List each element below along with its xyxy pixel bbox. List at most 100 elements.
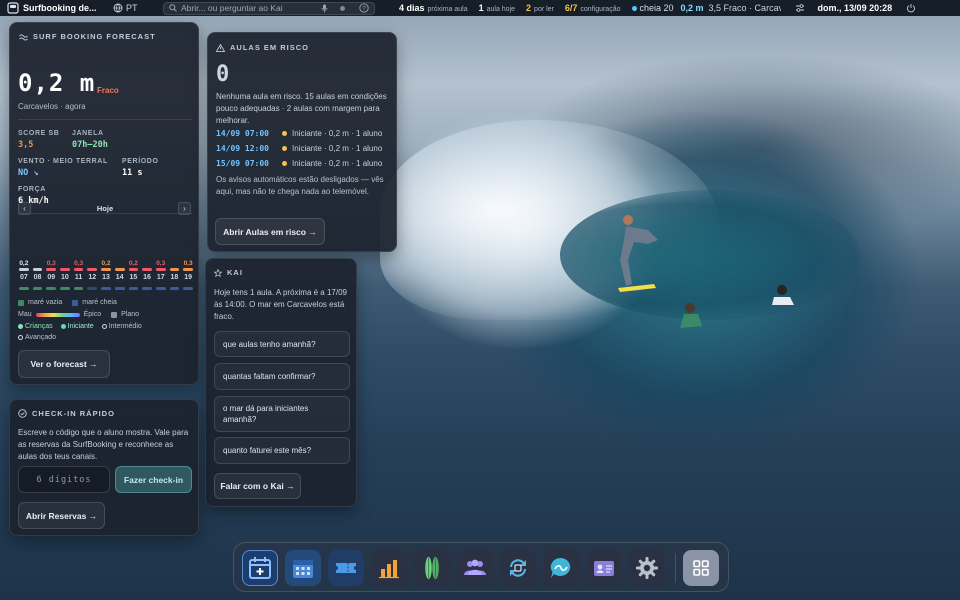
hour-quality-bar[interactable] — [183, 268, 193, 271]
star-icon — [214, 268, 222, 277]
power-icon[interactable] — [906, 3, 916, 13]
app-title[interactable]: Surfbooking de... — [23, 3, 107, 13]
hour-label: 08 — [33, 274, 42, 281]
hour-quality-bar[interactable] — [101, 268, 111, 271]
hour-quality-bar[interactable] — [155, 268, 166, 271]
hour-label: 19 — [184, 274, 192, 281]
hour-quality-bar[interactable] — [60, 268, 70, 271]
day-navigator: Hoje — [18, 202, 192, 215]
hour-label: 16 — [143, 274, 151, 281]
risk-class-row[interactable]: 14/09 12:00 Iniciante · 0,2 m · 1 aluno — [216, 144, 382, 153]
tide-segment — [72, 287, 86, 290]
hour-wave-value — [113, 260, 127, 267]
hour-quality-bar[interactable] — [142, 268, 152, 271]
clock[interactable]: dom., 13/09 20:28 — [818, 3, 893, 13]
hour-label: 09 — [47, 274, 56, 281]
assistant-status-icon — [340, 5, 345, 11]
id-card-icon[interactable] — [586, 550, 622, 586]
tide-segment — [99, 287, 113, 290]
stat-classes-today[interactable]: 1 aula hoje — [479, 3, 515, 13]
kai-suggestion-chip[interactable]: quanto faturei este mês? — [214, 437, 350, 464]
language-label: PT — [126, 3, 138, 13]
menubar-stats: 4 dias próxima aula 1 aula hoje 2 por ler 6… — [399, 3, 781, 13]
tide-segment — [44, 287, 58, 290]
hour-quality-bar[interactable] — [73, 268, 84, 271]
prev-day-button[interactable]: ‹ — [18, 202, 31, 215]
classes-at-risk-panel: AULAS EM RISCO 0 Nenhuma aula em risco. … — [207, 32, 397, 252]
hour-label: 18 — [170, 274, 179, 281]
quality-badge: Fraco — [97, 86, 119, 95]
globe-icon — [113, 3, 123, 13]
wave-tube — [560, 190, 860, 320]
stat-setup-progress[interactable]: 6/7 configuração — [565, 3, 621, 13]
hour-wave-value: 0,3 — [183, 260, 193, 267]
hour-wave-value — [168, 260, 182, 267]
hour-quality-bar[interactable] — [114, 268, 125, 271]
bar-chart-icon[interactable] — [371, 550, 407, 586]
open-classes-at-risk-button[interactable]: Abrir Aulas em risco → — [215, 218, 325, 245]
quality-gradient — [35, 312, 80, 317]
checkin-code-input[interactable]: 6 dígitos — [18, 466, 110, 493]
sync-icon[interactable] — [500, 550, 536, 586]
wave-chat-icon[interactable] — [543, 550, 579, 586]
risk-class-row[interactable]: 14/09 07:00 Iniciante · 0,2 m · 1 aluno — [216, 129, 382, 138]
kai-suggestion-chip[interactable]: quantas faltam confirmar? — [214, 363, 350, 390]
kai-assistant-panel: KAI Hoje tens 1 aula. A próxima é a 17/0… — [205, 258, 357, 507]
risk-header: AULAS EM RISCO — [216, 43, 309, 52]
hour-label: 15 — [129, 274, 138, 281]
stat-next-class[interactable]: 4 dias próxima aula — [399, 3, 468, 13]
risk-class-row[interactable]: 15/09 07:00 Iniciante · 0,2 m · 1 aluno — [216, 159, 382, 168]
hour-quality-bar[interactable] — [32, 268, 43, 271]
level-legend: Crianças Iniciante Intermédio — [18, 323, 146, 330]
calendar-grid-icon[interactable] — [285, 550, 321, 586]
hour-wave-value: 0,2 — [19, 260, 29, 267]
hour-label: 07 — [19, 274, 28, 281]
stat-unread[interactable]: 2 por ler — [526, 3, 554, 13]
view-forecast-button[interactable]: Ver o forecast → — [18, 350, 110, 378]
next-day-button[interactable]: › — [178, 202, 191, 215]
hour-quality-bar[interactable] — [46, 268, 57, 271]
hour-quality-bar[interactable] — [169, 268, 180, 271]
risk-summary: Nenhuma aula em risco. 15 aulas em condi… — [216, 92, 387, 125]
app-logo-icon[interactable] — [7, 2, 19, 14]
tide-segment — [31, 287, 45, 290]
forecast-location: Carcavelos · agora — [18, 102, 86, 111]
language-selector[interactable]: PT — [113, 3, 155, 13]
wave-height-status[interactable]: 0,2 m — [681, 3, 704, 13]
kai-suggestion-chip[interactable]: que aulas tenho amanhã? — [214, 331, 350, 357]
checkin-header: CHECK-IN RÁPIDO — [18, 409, 115, 418]
hour-quality-bar[interactable] — [19, 268, 29, 271]
tide-status[interactable]: cheia 20 — [631, 3, 674, 13]
kai-intro-text: Hoje tens 1 aula. A próxima é a 17/09 às… — [214, 288, 347, 321]
wave-icon — [19, 33, 28, 41]
conditions-status[interactable]: 3,5 Fraco · Carcavelos — [709, 3, 781, 13]
level-legend-advanced: Avançado — [18, 334, 60, 341]
talk-to-kai-button[interactable]: Falar com o Kai → — [214, 473, 301, 499]
apps-grid-icon[interactable] — [683, 550, 719, 586]
microphone-icon[interactable] — [321, 4, 328, 13]
open-reservations-button[interactable]: Abrir Reservas → — [18, 502, 105, 529]
hour-wave-value — [58, 260, 72, 267]
hour-quality-bar[interactable] — [87, 268, 98, 271]
calendar-add-icon[interactable] — [242, 550, 278, 586]
ticket-icon[interactable] — [328, 550, 364, 586]
search-input[interactable]: Abrir... ou perguntar ao Kai ? — [163, 1, 375, 15]
hour-quality-bar[interactable] — [128, 268, 139, 271]
warning-triangle-icon — [216, 43, 225, 52]
help-icon[interactable]: ? — [359, 3, 369, 13]
hour-wave-value — [31, 260, 45, 267]
search-placeholder: Abrir... ou perguntar ao Kai — [181, 3, 283, 13]
do-checkin-button[interactable]: Fazer check-in — [115, 466, 192, 493]
hourly-forecast: 0,2 0,3 0,3 0,2 0,2 0,3 0,3 07 08 09 10 11 12 13 14 15… — [17, 260, 195, 290]
tide-segment — [181, 287, 195, 290]
people-icon[interactable] — [457, 550, 493, 586]
settings-gear-icon[interactable] — [629, 550, 665, 586]
day-label: Hoje — [96, 204, 114, 213]
surfboards-icon[interactable] — [414, 550, 450, 586]
kai-suggestion-chip[interactable]: o mar dá para iniciantes amanhã? — [214, 396, 350, 432]
tide-segment — [17, 287, 31, 290]
checkin-description: Escreve o código que o aluno mostra. Val… — [18, 428, 189, 461]
hour-label: 17 — [156, 274, 165, 281]
divider — [18, 119, 192, 120]
control-toggle-icon[interactable] — [795, 3, 805, 13]
